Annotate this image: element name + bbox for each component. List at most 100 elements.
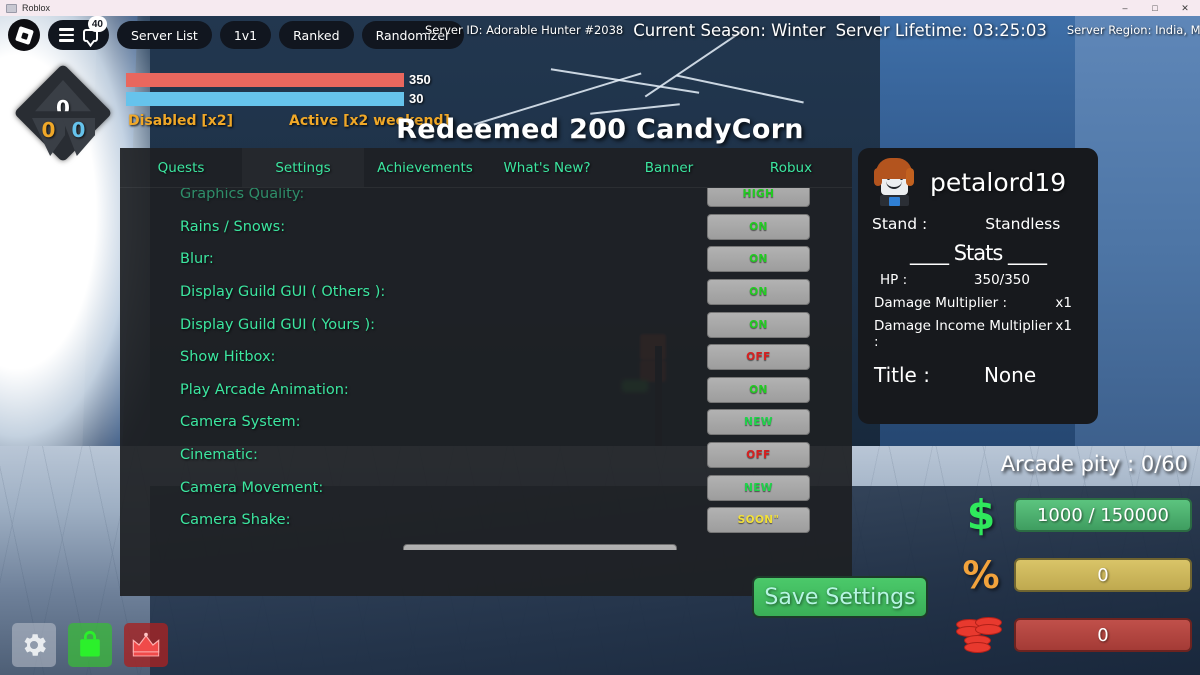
server-list-button[interactable]: Server List [117, 21, 212, 49]
roblox-logo-icon[interactable] [8, 19, 40, 51]
setting-value: ON [749, 220, 768, 233]
roblox-topbar: 40 Server List 1v1 Ranked Randomizer [8, 16, 465, 51]
currency-row-cash: $ 1000 / 150000 [956, 491, 1192, 539]
window-title: Roblox [22, 3, 51, 13]
currency-list: $ 1000 / 150000 % 0 0 [956, 491, 1192, 672]
stat-value: x1 [1055, 295, 1072, 311]
bottom-left-icon-bar [12, 623, 168, 667]
server-info-strip: Server ID: Adorable Hunter #2038 Current… [425, 16, 1200, 44]
save-settings-button[interactable]: Save Settings [752, 576, 928, 618]
setting-toggle[interactable]: NEW [707, 474, 810, 501]
player-username: petalord19 [930, 167, 1067, 197]
enter-code-input[interactable] [403, 543, 678, 550]
setting-label: Graphics Quality: [180, 188, 305, 203]
setting-row: Cinematic: OFF [120, 439, 852, 472]
menu-chat-group: 40 [48, 16, 109, 50]
crown-icon[interactable] [124, 623, 168, 667]
setting-value: OFF [746, 351, 771, 364]
setting-value: HIGH [742, 188, 775, 201]
hamburger-menu-icon[interactable] [59, 28, 74, 42]
arcade-pity-label: Arcade pity : 0/60 [1000, 452, 1188, 476]
health-bar-row: 350 [126, 72, 450, 87]
stamina-bar-track [126, 91, 404, 106]
tab-banner[interactable]: Banner [608, 148, 730, 187]
current-season-label: Current Season: Winter [633, 20, 826, 40]
setting-toggle[interactable]: OFF [707, 442, 810, 469]
setting-toggle[interactable]: OFF [707, 344, 810, 371]
tab-robux[interactable]: Robux [730, 148, 852, 187]
setting-row: Display Guild GUI ( Others ): ON [120, 276, 852, 309]
server-region-label: Server Region: India, Maharashtra [1066, 23, 1200, 37]
stat-row-hp: HP : 350/350 [870, 272, 1086, 288]
percent-value[interactable]: 0 [1014, 558, 1192, 592]
stamina-bar-fill [126, 91, 404, 106]
setting-value: ON [749, 253, 768, 266]
shop-bag-icon[interactable] [68, 623, 112, 667]
stamina-bar-value: 30 [409, 91, 424, 106]
currency-row-percent: % 0 [956, 552, 1192, 598]
coins-icon [956, 612, 1006, 658]
minimize-icon[interactable]: – [1110, 0, 1140, 16]
setting-value: OFF [746, 449, 771, 462]
server-lifetime-label: Server Lifetime: 03:25:03 [835, 20, 1047, 40]
1v1-button[interactable]: 1v1 [219, 21, 272, 49]
setting-toggle[interactable]: ON [707, 279, 810, 306]
player-title-row: Title : None [870, 363, 1086, 387]
setting-row: Rains / Snows: ON [120, 211, 852, 244]
setting-value: NEW [744, 416, 773, 429]
setting-toggle[interactable]: SOON" [707, 507, 810, 534]
player-card-header: petalord19 [870, 158, 1086, 206]
ranked-button[interactable]: Ranked [279, 21, 354, 49]
server-id-label: Server ID: Adorable Hunter #2038 [425, 23, 624, 37]
title-value: None [983, 363, 1037, 387]
tab-whats-new[interactable]: What's New? [486, 148, 608, 187]
setting-row: Camera System: NEW [120, 406, 852, 439]
tab-quests[interactable]: Quests [120, 148, 242, 187]
save-settings-label: Save Settings [764, 584, 916, 610]
stat-row-damage-multiplier: Damage Multiplier : x1 [870, 295, 1086, 311]
setting-toggle[interactable]: ON [707, 246, 810, 273]
tab-achievements[interactable]: Achievements [364, 148, 486, 187]
setting-toggle[interactable]: ON [707, 376, 810, 403]
chat-badge: 40 [87, 16, 107, 32]
player-stats-card: petalord19 Stand : Standless ____ Stats … [858, 148, 1098, 424]
close-icon[interactable]: ✕ [1170, 0, 1200, 16]
health-bar-track [126, 72, 404, 87]
setting-row: Blur: ON [120, 243, 852, 276]
percent-icon: % [962, 553, 1000, 597]
setting-label: Camera System: [180, 414, 301, 431]
stat-key: Damage Income Multiplier : [874, 318, 1053, 350]
maximize-icon[interactable]: □ [1140, 0, 1170, 16]
cash-value[interactable]: 1000 / 150000 [1014, 498, 1192, 532]
setting-toggle[interactable]: HIGH [707, 188, 810, 208]
dollar-icon: $ [966, 491, 996, 539]
setting-toggle[interactable]: NEW [707, 409, 810, 436]
setting-label: Cinematic: [180, 447, 258, 464]
setting-label: Show Hitbox: [180, 349, 276, 366]
setting-value: NEW [744, 481, 773, 494]
settings-list: Graphics Quality: HIGH Rains / Snows: ON… [120, 188, 852, 550]
stats-divider: ____ Stats ____ [910, 241, 1047, 265]
setting-row: Play Arcade Animation: ON [120, 374, 852, 407]
setting-value: ON [749, 383, 768, 396]
setting-toggle[interactable]: ON [707, 311, 810, 338]
window-app-icon [6, 3, 17, 13]
stat-value: x1 [1055, 318, 1072, 334]
setting-value: ON [749, 286, 768, 299]
panel-tab-bar: Quests Settings Achievements What's New?… [120, 148, 852, 188]
title-label: Title : [874, 363, 930, 387]
gear-icon[interactable] [12, 623, 56, 667]
setting-row: Show Hitbox: OFF [120, 341, 852, 374]
redeem-toast: Redeemed 200 CandyCorn [396, 114, 804, 145]
game-screen: Roblox – □ ✕ 40 Server List 1v1 Ranked R… [0, 0, 1200, 675]
coins-value[interactable]: 0 [1014, 618, 1192, 652]
health-bar-value: 350 [409, 72, 431, 87]
tab-settings[interactable]: Settings [242, 148, 364, 187]
health-bar-fill [126, 72, 404, 87]
setting-toggle[interactable]: ON [707, 213, 810, 240]
stat-key: Damage Multiplier : [874, 295, 1008, 311]
enter-code-row: Enter Code [120, 539, 852, 550]
settings-panel: Quests Settings Achievements What's New?… [120, 148, 852, 596]
setting-label: Display Guild GUI ( Yours ): [180, 316, 376, 333]
currency-row-coins: 0 [956, 612, 1192, 658]
